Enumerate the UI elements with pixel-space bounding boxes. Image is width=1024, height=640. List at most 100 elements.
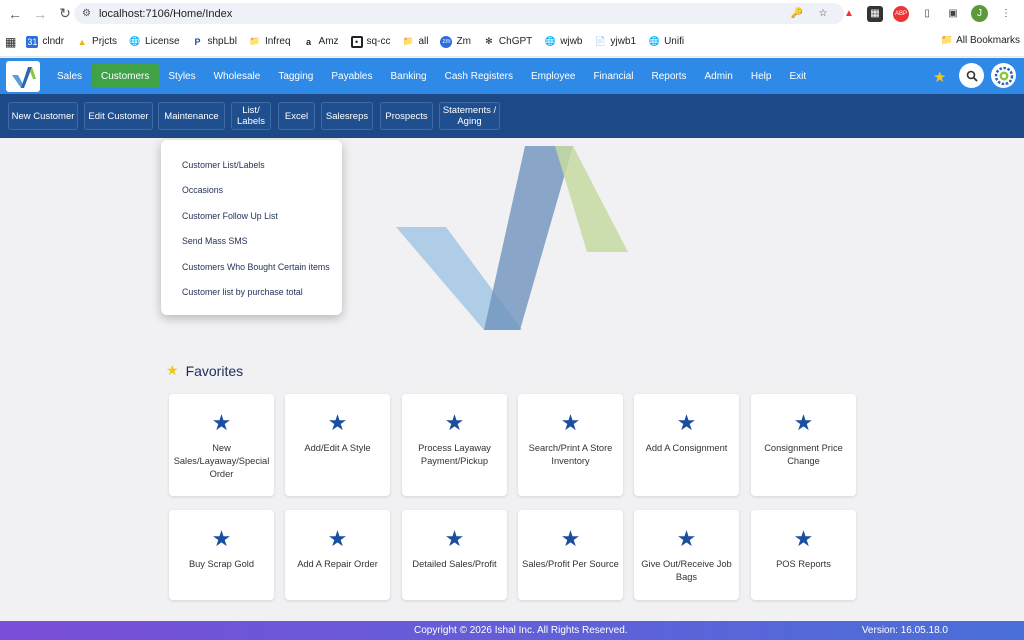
back-arrow-icon[interactable]: ← xyxy=(5,4,25,24)
nav-admin[interactable]: Admin xyxy=(696,64,742,88)
favorite-tile-add-edit-style[interactable]: ★ Add/Edit A Style xyxy=(285,394,390,496)
star-icon: ★ xyxy=(211,526,232,551)
favorite-tile-buy-scrap-gold[interactable]: ★ Buy Scrap Gold xyxy=(169,510,274,600)
folder-icon: 📁 xyxy=(402,36,415,46)
folder-icon: 📁 xyxy=(940,35,954,46)
nav-financial[interactable]: Financial xyxy=(584,64,642,88)
version-text: Version: 16.05.18.0 xyxy=(861,625,948,636)
reload-icon[interactable]: ↻ xyxy=(55,4,75,24)
bookmark-infreq[interactable]: 📁 Infreq xyxy=(249,36,290,48)
bookmark-zm[interactable]: zm Zm xyxy=(440,35,471,48)
folder-icon: 📁 xyxy=(249,36,261,46)
forward-arrow-icon[interactable]: → xyxy=(30,4,50,24)
favorite-tile-consignment-price-change[interactable]: ★ Consignment Price Change xyxy=(751,394,856,496)
star-icon: ★ xyxy=(676,526,697,551)
dropdown-customer-list-by-purchase[interactable]: Customer list by purchase total xyxy=(161,280,342,306)
nav-banking[interactable]: Banking xyxy=(381,64,435,88)
favorite-tile-add-repair-order[interactable]: ★ Add A Repair Order xyxy=(285,510,390,600)
all-bookmarks[interactable]: 📁 All Bookmarks xyxy=(941,35,1020,46)
extension-bar: 🔑 ☆ ▲ ▦ ABP ▯ ▣ J ⋮ xyxy=(789,5,1014,22)
dropdown-customer-list-labels[interactable]: Customer List/Labels xyxy=(161,152,342,178)
logo-icon xyxy=(12,67,36,88)
puzzle-icon[interactable]: ▯ xyxy=(919,6,935,22)
dropdown-occasions[interactable]: Occasions xyxy=(161,178,342,204)
favorite-tile-search-print-inventory[interactable]: ★ Search/Print A Store Inventory xyxy=(518,394,623,496)
bookmark-yjwb1[interactable]: 📄 yjwb1 xyxy=(594,36,636,48)
site-settings-icon[interactable]: ⚙ xyxy=(82,8,91,19)
nav-payables[interactable]: Payables xyxy=(322,64,381,88)
nav-wholesale[interactable]: Wholesale xyxy=(205,64,270,88)
nav-sales[interactable]: Sales xyxy=(48,64,91,88)
subnav-salesreps[interactable]: Salesreps xyxy=(321,102,373,130)
browser-address-bar: ← → ↻ ⚙ localhost:7106/Home/Index 🔑 ☆ ▲ … xyxy=(0,0,1024,27)
subnav-prospects[interactable]: Prospects xyxy=(380,102,433,130)
subnav-maintenance[interactable]: Maintenance xyxy=(158,102,225,130)
star-icon: ★ xyxy=(444,410,465,435)
favorites-star-icon[interactable]: ★ xyxy=(933,68,946,86)
profile-avatar[interactable]: J xyxy=(971,5,988,22)
favorite-tile-process-layaway[interactable]: ★ Process Layaway Payment/Pickup xyxy=(402,394,507,496)
star-icon: ★ xyxy=(444,526,465,551)
dropdown-send-mass-sms[interactable]: Send Mass SMS xyxy=(161,229,342,255)
bookmark-sq-cc[interactable]: • sq-cc xyxy=(350,35,390,48)
globe-icon: 🌐 xyxy=(544,36,556,46)
menu-dots-icon[interactable]: ⋮ xyxy=(998,6,1014,22)
key-icon[interactable]: 🔑 xyxy=(789,6,805,22)
customers-subnav: New Customer Edit Customer Maintenance L… xyxy=(0,94,1024,138)
search-button[interactable] xyxy=(959,63,984,88)
subnav-edit-customer[interactable]: Edit Customer xyxy=(84,102,153,130)
nav-cash-registers[interactable]: Cash Registers xyxy=(436,64,522,88)
main-menu: Sales Customers Styles Wholesale Tagging… xyxy=(48,58,815,94)
apps-grid-icon[interactable]: ▦ xyxy=(5,35,16,49)
star-icon: ★ xyxy=(560,410,581,435)
calendar-icon: 31 xyxy=(26,35,39,48)
dropdown-customer-follow-up-list[interactable]: Customer Follow Up List xyxy=(161,203,342,229)
extension-qr-icon[interactable]: ▦ xyxy=(867,5,883,22)
bookmark-unifi[interactable]: 🌐 Unifi xyxy=(648,36,684,48)
bookmark-all[interactable]: 📁 all xyxy=(402,36,429,48)
search-icon xyxy=(966,70,978,82)
star-icon: ★ xyxy=(211,410,232,435)
main-navbar: Sales Customers Styles Wholesale Tagging… xyxy=(0,58,1024,94)
bookmark-wjwb[interactable]: 🌐 wjwb xyxy=(544,36,583,48)
favorite-tile-new-sales[interactable]: ★ New Sales/Layaway/Special Order xyxy=(169,394,274,496)
app-logo[interactable] xyxy=(6,61,40,92)
page-icon: 📄 xyxy=(594,36,607,46)
background-logo-watermark xyxy=(396,146,628,330)
adblock-icon[interactable]: ABP xyxy=(893,5,909,22)
settings-button[interactable] xyxy=(991,63,1016,88)
favorite-tile-sales-profit-per-source[interactable]: ★ Sales/Profit Per Source xyxy=(518,510,623,600)
url-field[interactable]: ⚙ localhost:7106/Home/Index xyxy=(74,3,844,24)
bookmark-chgpt[interactable]: ✻ ChGPT xyxy=(483,36,532,48)
subnav-statements-aging[interactable]: Statements / Aging xyxy=(439,102,500,130)
star-icon: ★ xyxy=(166,362,179,378)
nav-employee[interactable]: Employee xyxy=(522,64,584,88)
dropdown-customers-who-bought[interactable]: Customers Who Bought Certain items xyxy=(161,254,342,280)
screenshot-icon[interactable]: ▣ xyxy=(945,6,961,22)
bookmark-star-icon[interactable]: ☆ xyxy=(815,6,831,22)
nav-help[interactable]: Help xyxy=(742,64,781,88)
nav-styles[interactable]: Styles xyxy=(159,64,204,88)
favorite-tile-job-bags[interactable]: ★ Give Out/Receive Job Bags xyxy=(634,510,739,600)
nav-tagging[interactable]: Tagging xyxy=(269,64,322,88)
bookmark-amz[interactable]: a Amz xyxy=(303,36,339,48)
nav-customers[interactable]: Customers xyxy=(91,64,160,88)
bookmark-prjcts[interactable]: ▲ Prjcts xyxy=(76,36,117,48)
subnav-new-customer[interactable]: New Customer xyxy=(8,102,78,130)
paypal-icon: P xyxy=(194,36,201,47)
chatgpt-icon: ✻ xyxy=(485,36,493,46)
favorite-tile-detailed-sales-profit[interactable]: ★ Detailed Sales/Profit xyxy=(402,510,507,600)
nav-exit[interactable]: Exit xyxy=(780,64,815,88)
subnav-excel[interactable]: Excel xyxy=(278,102,315,130)
favorite-tile-pos-reports[interactable]: ★ POS Reports xyxy=(751,510,856,600)
extension-arc-icon[interactable]: ▲ xyxy=(841,6,857,22)
url-text: localhost:7106/Home/Index xyxy=(98,7,233,20)
favorite-tile-add-consignment[interactable]: ★ Add A Consignment xyxy=(634,394,739,496)
subnav-list-labels[interactable]: List/ Labels xyxy=(231,102,271,130)
star-icon: ★ xyxy=(793,410,814,435)
bookmark-clndr[interactable]: 31 clndr xyxy=(26,35,64,48)
bookmark-shplbl[interactable]: PshpLbl xyxy=(192,36,236,48)
nav-reports[interactable]: Reports xyxy=(642,64,695,88)
bookmark-license[interactable]: 🌐 License xyxy=(129,36,179,48)
star-icon: ★ xyxy=(676,410,697,435)
